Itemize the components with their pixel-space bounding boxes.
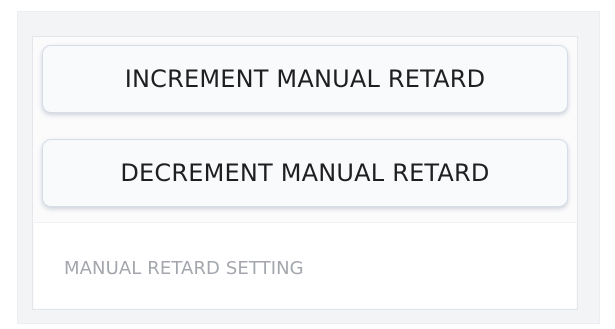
increment-manual-retard-button[interactable]: INCREMENT MANUAL RETARD: [42, 45, 568, 113]
decrement-manual-retard-button[interactable]: DECREMENT MANUAL RETARD: [42, 139, 568, 207]
manual-retard-setting-placeholder: MANUAL RETARD SETTING: [64, 258, 304, 279]
manual-retard-setting-field[interactable]: MANUAL RETARD SETTING: [34, 222, 576, 308]
